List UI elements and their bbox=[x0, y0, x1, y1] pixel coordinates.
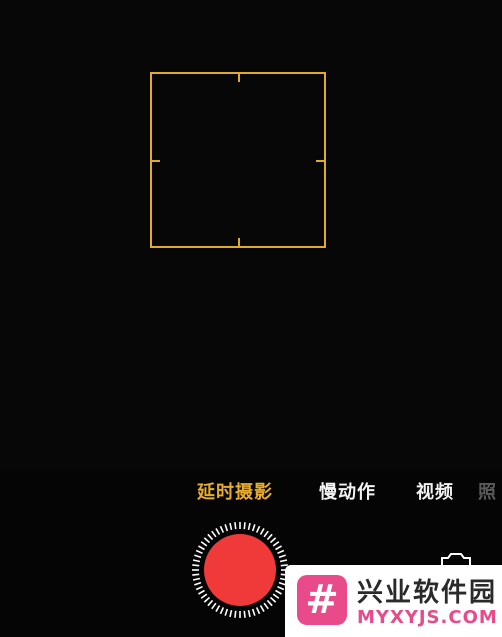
dial-tick bbox=[194, 581, 202, 586]
dial-tick bbox=[275, 545, 282, 551]
watermark-logo: # bbox=[297, 575, 347, 625]
record-button-icon bbox=[192, 522, 288, 618]
focus-tick-bottom bbox=[238, 238, 240, 246]
dial-tick bbox=[247, 522, 251, 531]
focus-tick-top bbox=[238, 74, 240, 82]
dial-tick bbox=[219, 525, 225, 533]
mode-timelapse[interactable]: 延时摄影 bbox=[197, 478, 273, 504]
mode-video[interactable]: 视频 bbox=[416, 478, 454, 504]
dial-tick bbox=[195, 549, 203, 555]
dial-tick bbox=[192, 577, 201, 581]
dial-tick bbox=[203, 537, 211, 544]
dial-tick bbox=[259, 528, 265, 535]
shutter-button[interactable] bbox=[190, 520, 290, 620]
dial-tick bbox=[207, 599, 214, 607]
dial-tick bbox=[243, 610, 246, 618]
dial-tick bbox=[259, 605, 265, 612]
dial-tick bbox=[277, 549, 285, 555]
dial-tick bbox=[224, 608, 229, 616]
dial-tick bbox=[269, 596, 277, 603]
dial-tick bbox=[255, 607, 261, 615]
dial-tick bbox=[263, 530, 269, 538]
dial-tick bbox=[263, 602, 269, 610]
dial-tick bbox=[266, 599, 273, 607]
dial-tick bbox=[219, 607, 225, 615]
dial-tick bbox=[243, 522, 246, 530]
dial-tick bbox=[195, 585, 203, 591]
dial-tick bbox=[192, 559, 201, 563]
dial-tick bbox=[203, 596, 211, 603]
watermark-title: 兴业软件园 bbox=[357, 578, 498, 608]
dial-tick bbox=[192, 573, 200, 576]
mode-selector: 延时摄影 慢动作 视频 照 bbox=[0, 478, 502, 504]
dial-tick bbox=[211, 602, 217, 610]
dial-tick bbox=[215, 605, 221, 612]
dial-tick bbox=[198, 545, 205, 551]
dial-tick bbox=[229, 522, 233, 531]
dial-tick bbox=[198, 589, 205, 595]
dial-tick bbox=[272, 593, 280, 599]
dial-tick bbox=[234, 610, 237, 618]
mode-slow-motion[interactable]: 慢动作 bbox=[319, 478, 376, 504]
dial-tick bbox=[278, 554, 286, 559]
dial-tick bbox=[266, 533, 273, 541]
dial-tick bbox=[200, 541, 208, 547]
focus-tick-right bbox=[316, 160, 324, 162]
dial-tick bbox=[255, 525, 261, 533]
dial-tick bbox=[272, 541, 280, 547]
dial-tick bbox=[194, 554, 202, 559]
focus-tick-left bbox=[152, 160, 160, 162]
dial-tick bbox=[269, 537, 277, 544]
camera-screen: 延时摄影 慢动作 视频 照 # 兴业软件园 MYXYJS.COM bbox=[0, 0, 502, 637]
dial-tick bbox=[211, 530, 217, 538]
dial-tick bbox=[275, 589, 282, 595]
focus-square bbox=[150, 72, 326, 248]
dial-tick bbox=[229, 609, 233, 618]
dial-tick bbox=[277, 585, 285, 591]
dial-tick bbox=[279, 559, 288, 563]
dial-tick bbox=[251, 524, 256, 532]
dial-tick bbox=[200, 593, 208, 599]
viewfinder[interactable] bbox=[0, 0, 502, 470]
mode-photo[interactable]: 照 bbox=[478, 478, 502, 504]
watermark-url: MYXYJS.COM bbox=[357, 607, 498, 628]
dial-tick bbox=[192, 564, 200, 567]
watermark: # 兴业软件园 MYXYJS.COM bbox=[285, 565, 502, 637]
dial-tick bbox=[215, 528, 221, 535]
dial-tick bbox=[224, 524, 229, 532]
dial-tick bbox=[207, 533, 214, 541]
dial-tick bbox=[234, 522, 237, 530]
dial-tick bbox=[251, 608, 256, 616]
dial-tick bbox=[247, 609, 251, 618]
